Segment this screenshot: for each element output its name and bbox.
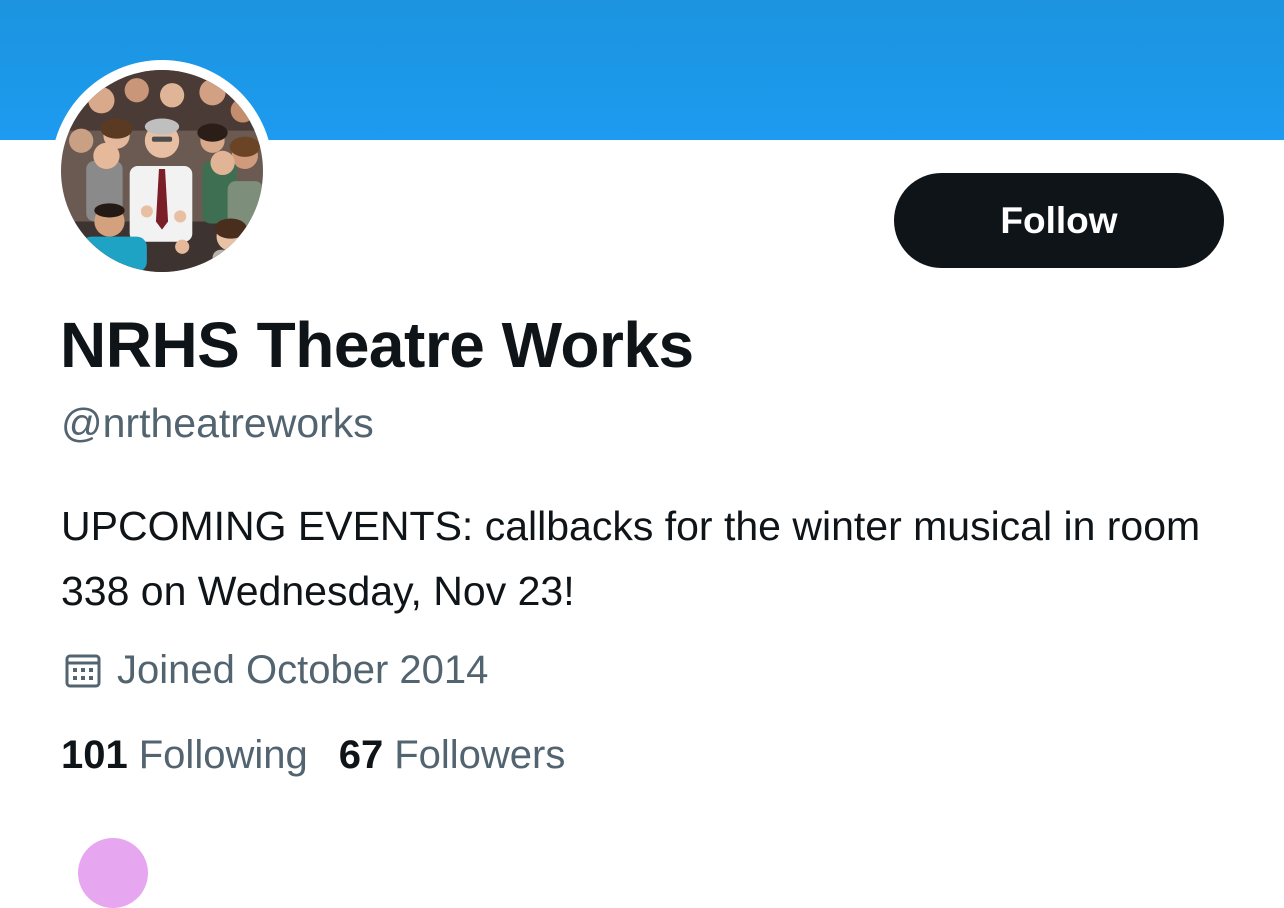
- followers-count: 67: [338, 733, 384, 777]
- avatar-group-photo: [61, 70, 263, 272]
- followers-link[interactable]: 67 Followers: [339, 733, 566, 778]
- followers-label: Followers: [394, 733, 566, 777]
- following-count: 101: [61, 733, 128, 777]
- calendar-icon: [65, 654, 101, 688]
- profile-avatar[interactable]: [51, 60, 273, 282]
- joined-date: Joined October 2014: [63, 646, 488, 694]
- following-label: Following: [138, 733, 308, 777]
- joined-date-text: Joined October 2014: [117, 647, 489, 692]
- follow-button[interactable]: Follow: [894, 173, 1224, 268]
- profile-bio: UPCOMING EVENTS: callbacks for the winte…: [61, 503, 1201, 614]
- profile-stats: 101 Following 67 Followers: [61, 733, 565, 778]
- profile-handle: @nrtheatreworks: [61, 400, 374, 446]
- following-link[interactable]: 101 Following: [61, 733, 308, 778]
- followed-by-avatar[interactable]: [78, 838, 148, 908]
- profile-display-name: NRHS Theatre Works: [60, 309, 694, 381]
